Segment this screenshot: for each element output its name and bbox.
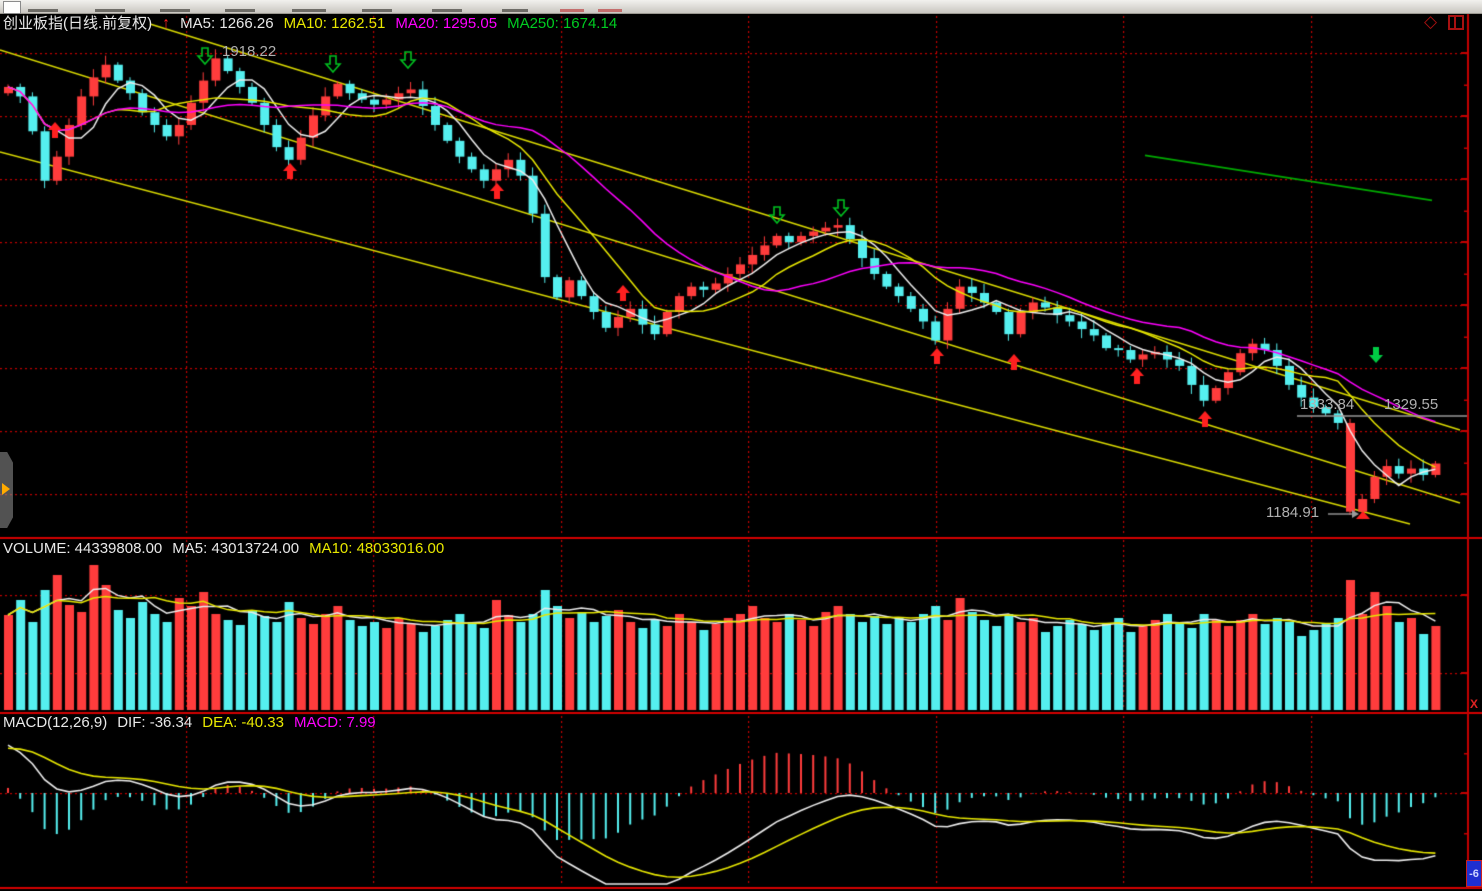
drawer-arrow-icon [2, 483, 10, 495]
menu-file-icon[interactable] [3, 1, 21, 14]
trading-app-window: 创业板指(日线.前复权) ↑ MA5: 1266.26 MA10: 1262.51 MA… [0, 0, 1482, 891]
macd-params: MACD(12,26,9) [3, 714, 107, 731]
dif-value: DIF: -36.34 [117, 714, 192, 731]
ma10-value: MA10: 1262.51 [284, 15, 386, 32]
ma20-value: MA20: 1295.05 [395, 15, 497, 32]
prev-close-label: 1333.84 [1300, 396, 1354, 413]
ma250-value: MA250: 1674.14 [507, 15, 617, 32]
split-window-icon[interactable] [1448, 15, 1464, 30]
signal-up-arrow-icon: ↑ [162, 15, 170, 32]
volume-header: VOLUME: 44339808.00 MA5: 43013724.00 MA10:… [3, 540, 454, 557]
macd-value: MACD: 7.99 [294, 714, 376, 731]
sidebar-drawer-handle[interactable] [0, 452, 13, 528]
dea-value: DEA: -40.33 [202, 714, 284, 731]
volume-value: VOLUME: 44339808.00 [3, 540, 162, 557]
low-price-label: 1184.91 [1266, 504, 1319, 521]
kline-chart-canvas[interactable] [0, 0, 1482, 891]
high-price-label: 1918.22 [222, 43, 276, 60]
instrument-title: 创业板指(日线.前复权) [3, 15, 152, 32]
volume-ma10-value: MA10: 48033016.00 [309, 540, 444, 557]
volume-ma5-value: MA5: 43013724.00 [172, 540, 299, 557]
main-chart-header: 创业板指(日线.前复权) ↑ MA5: 1266.26 MA10: 1262.51 MA… [3, 15, 627, 32]
close-indicator-button[interactable]: X [1470, 698, 1478, 710]
macd-axis-badge: -6 [1466, 860, 1482, 887]
last-price-label: 1329.55 [1384, 396, 1438, 413]
menu-bar[interactable] [0, 0, 1482, 14]
macd-header: MACD(12,26,9) DIF: -36.34 DEA: -40.33 MACD:… [3, 714, 386, 731]
diamond-marker-icon[interactable]: ◇ [1424, 13, 1437, 30]
ma5-value: MA5: 1266.26 [180, 15, 273, 32]
